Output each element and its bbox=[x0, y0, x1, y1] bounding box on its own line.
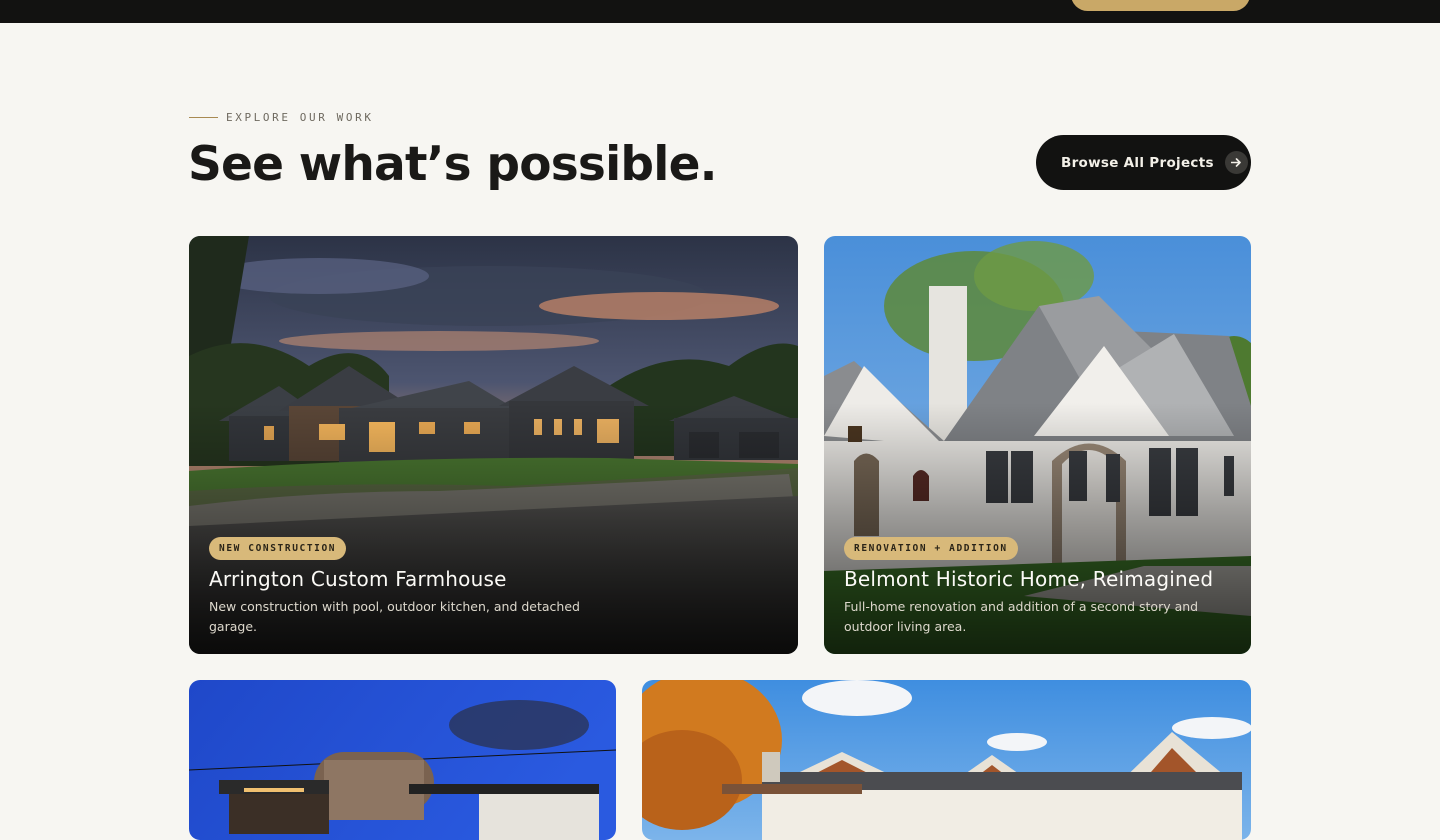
top-nav-bar: ˘ bbox=[0, 0, 1440, 23]
eyebrow-line bbox=[189, 116, 218, 118]
project-description: New construction with pool, outdoor kitc… bbox=[209, 599, 580, 634]
project-card-modern-home[interactable] bbox=[189, 680, 616, 840]
project-tag: NEW CONSTRUCTION bbox=[209, 537, 347, 560]
project-title[interactable]: Arrington Custom Farmhouse bbox=[209, 567, 507, 591]
section-headline: See what’s possible. bbox=[188, 137, 718, 192]
project-card-belmont[interactable]: RENOVATION + ADDITION Belmont Historic H… bbox=[824, 236, 1251, 654]
autumn-home-photo bbox=[642, 680, 1251, 840]
section-eyebrow: EXPLORE OUR WORK bbox=[189, 109, 374, 125]
project-tag: RENOVATION + ADDITION bbox=[844, 537, 1018, 560]
modern-home-photo bbox=[189, 680, 616, 840]
browse-all-projects-button[interactable]: Browse All Projects bbox=[1036, 135, 1251, 190]
arrow-right-icon bbox=[1224, 151, 1248, 174]
project-description: Full-home renovation and addition of a s… bbox=[844, 599, 1199, 634]
project-title[interactable]: Belmont Historic Home, Reimagined bbox=[844, 567, 1213, 591]
project-card-arrington[interactable]: NEW CONSTRUCTION Arrington Custom Farmho… bbox=[189, 236, 798, 654]
nav-cta-button[interactable] bbox=[1071, 0, 1250, 11]
nav-logo-fragment: ˘ bbox=[204, 0, 211, 6]
project-card-autumn-home[interactable] bbox=[642, 680, 1251, 840]
browse-button-label: Browse All Projects bbox=[1061, 154, 1214, 171]
eyebrow-text: EXPLORE OUR WORK bbox=[226, 110, 374, 124]
